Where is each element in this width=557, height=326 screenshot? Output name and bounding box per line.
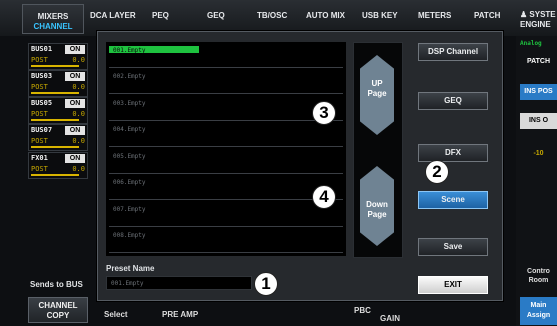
post-label: POST bbox=[31, 110, 48, 118]
button-label: UP bbox=[371, 79, 383, 88]
tab-label: MIXERS bbox=[37, 12, 69, 21]
preset-row[interactable]: 005.Empty bbox=[109, 148, 343, 174]
bus-name: BUS07 bbox=[31, 126, 53, 134]
level-bar bbox=[31, 92, 79, 94]
tab-geq[interactable]: GEQ bbox=[207, 11, 225, 20]
send-level: 0.0 bbox=[72, 83, 85, 91]
bus-name: BUS03 bbox=[31, 72, 53, 80]
tab-meters[interactable]: METERS bbox=[418, 11, 451, 20]
tab-sublabel: CHANNEL bbox=[33, 22, 73, 31]
level-bar bbox=[31, 119, 79, 121]
preset-row[interactable]: 007.Empty bbox=[109, 201, 343, 227]
preset-row[interactable]: 003.Empty bbox=[109, 95, 343, 121]
ins-pos-button[interactable]: INS POS bbox=[520, 84, 557, 100]
dfx-button[interactable]: DFX bbox=[418, 144, 488, 162]
level-bar bbox=[31, 65, 79, 67]
button-label: Page bbox=[367, 210, 387, 219]
button-label: Main bbox=[530, 302, 547, 309]
on-button[interactable]: ON bbox=[65, 126, 85, 135]
on-button[interactable]: ON bbox=[65, 72, 85, 81]
tab-label: ♟ SYSTE bbox=[520, 10, 556, 19]
send-level: 0.0 bbox=[72, 137, 85, 145]
select-button[interactable]: Select bbox=[104, 310, 128, 319]
main-assign-button[interactable]: Main Assign bbox=[520, 297, 557, 325]
bus-name: BUS01 bbox=[31, 45, 53, 53]
send-level: 0.0 bbox=[72, 165, 85, 173]
bus-strip[interactable]: BUS03 ON POST 0.0 bbox=[28, 70, 88, 97]
preset-name: 005.Empty bbox=[113, 153, 146, 160]
preset-row[interactable]: 008.Empty bbox=[109, 227, 343, 253]
callout-2: 2 bbox=[425, 160, 449, 184]
preset-row-selected[interactable]: 001.Empty bbox=[109, 42, 343, 68]
post-label: POST bbox=[31, 56, 48, 64]
meter-top-label: -10 bbox=[533, 150, 544, 157]
pre-amp-button[interactable]: PRE AMP bbox=[162, 310, 198, 319]
button-label: CHANNEL bbox=[38, 301, 78, 310]
tab-mixers-channel[interactable]: MIXERS CHANNEL bbox=[22, 4, 84, 34]
tab-sublabel: ENGINE bbox=[520, 20, 551, 29]
room-label: Room bbox=[528, 277, 549, 284]
preset-name: 006.Empty bbox=[113, 179, 146, 186]
preset-name: 003.Empty bbox=[113, 100, 146, 107]
bus-strip[interactable]: BUS07 ON POST 0.0 bbox=[28, 124, 88, 151]
tab-auto-mix[interactable]: AUTO MIX bbox=[306, 11, 345, 20]
preset-name: 008.Empty bbox=[113, 232, 146, 239]
geq-button[interactable]: GEQ bbox=[418, 92, 488, 110]
bus-name: BUS05 bbox=[31, 99, 53, 107]
bus-strip[interactable]: FX01 ON POST 0.0 bbox=[28, 152, 88, 179]
post-label: POST bbox=[31, 137, 48, 145]
exit-button[interactable]: EXIT bbox=[418, 276, 488, 294]
bus-name: FX01 bbox=[31, 154, 48, 162]
scene-button[interactable]: Scene bbox=[418, 191, 488, 209]
tab-usb-key[interactable]: USB KEY bbox=[362, 11, 398, 20]
preset-name: 002.Empty bbox=[113, 73, 146, 80]
send-level: 0.0 bbox=[72, 110, 85, 118]
page-up-button[interactable]: UP Page bbox=[360, 55, 394, 135]
preset-name: 007.Empty bbox=[113, 206, 146, 213]
tab-peq[interactable]: PEQ bbox=[152, 11, 169, 20]
button-label: COPY bbox=[46, 311, 70, 320]
button-label: Page bbox=[367, 89, 387, 98]
callout-1: 1 bbox=[254, 272, 278, 296]
bus-strip[interactable]: BUS01 ON POST 0.0 bbox=[28, 43, 88, 70]
button-label: Assign bbox=[526, 312, 551, 319]
level-bar bbox=[31, 146, 79, 148]
callout-3: 3 bbox=[312, 101, 336, 125]
post-label: POST bbox=[31, 165, 48, 173]
preset-list[interactable]: 001.Empty 002.Empty 003.Empty 004.Empty … bbox=[106, 42, 346, 256]
save-button[interactable]: Save bbox=[418, 238, 488, 256]
preset-name: 001.Empty bbox=[113, 47, 146, 54]
post-label: POST bbox=[31, 83, 48, 91]
dsp-channel-button[interactable]: DSP Channel bbox=[418, 43, 488, 61]
ins-out-button[interactable]: INS O bbox=[520, 113, 557, 129]
level-bar bbox=[31, 174, 79, 176]
tab-patch[interactable]: PATCH bbox=[474, 11, 500, 20]
sends-to-bus-label: Sends to BUS bbox=[30, 280, 83, 289]
preset-row[interactable]: 004.Empty bbox=[109, 121, 343, 147]
send-level: 0.0 bbox=[72, 56, 85, 64]
on-button[interactable]: ON bbox=[65, 154, 85, 163]
preset-name: 004.Empty bbox=[113, 126, 146, 133]
preset-row[interactable]: 002.Empty bbox=[109, 68, 343, 94]
channel-copy-button[interactable]: CHANNEL COPY bbox=[28, 297, 88, 323]
button-label: Down bbox=[366, 200, 388, 209]
tab-dca-layer[interactable]: DCA LAYER bbox=[90, 11, 136, 20]
preset-row[interactable]: 006.Empty bbox=[109, 174, 343, 200]
preset-name-label: Preset Name bbox=[106, 264, 155, 273]
preset-name-field[interactable]: 001.Empty bbox=[106, 276, 252, 290]
pbc-label: PBC bbox=[354, 306, 371, 315]
bus-strip[interactable]: BUS05 ON POST 0.0 bbox=[28, 97, 88, 124]
tab-system[interactable]: ♟ SYSTE ENGINE bbox=[520, 10, 557, 30]
tab-tb-osc[interactable]: TB/OSC bbox=[257, 11, 287, 20]
on-button[interactable]: ON bbox=[65, 45, 85, 54]
analog-label: Analog bbox=[520, 40, 542, 47]
control-room-label: Contro bbox=[527, 268, 550, 275]
gain-label: GAIN bbox=[380, 314, 400, 323]
page-down-button[interactable]: Down Page bbox=[360, 166, 394, 246]
on-button[interactable]: ON bbox=[65, 99, 85, 108]
callout-4: 4 bbox=[312, 185, 336, 209]
patch-label: PATCH bbox=[526, 58, 551, 65]
